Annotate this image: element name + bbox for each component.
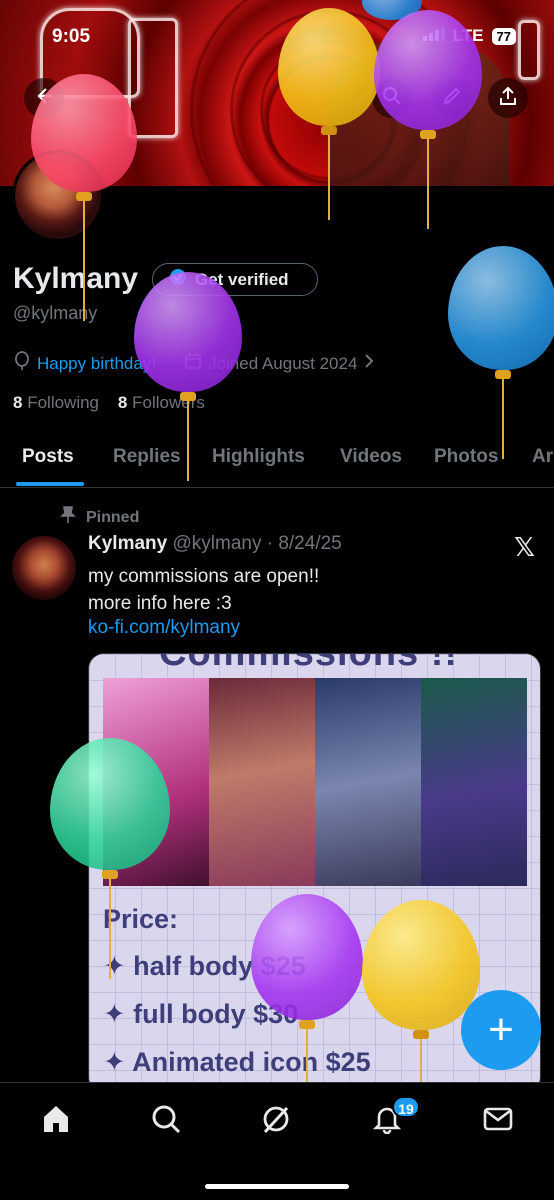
chevron-right-icon[interactable] xyxy=(363,353,375,374)
nav-messages[interactable] xyxy=(480,1103,516,1139)
tab-highlights[interactable]: Highlights xyxy=(212,446,305,468)
balloon-body xyxy=(278,8,380,126)
balloon-body xyxy=(31,74,137,192)
nav-search[interactable] xyxy=(148,1103,184,1139)
art-panel xyxy=(421,678,527,886)
follow-stats: 8 Following 8 Followers xyxy=(13,393,205,413)
media-art-panels xyxy=(103,678,527,886)
bottom-navigation: 19 xyxy=(0,1082,554,1200)
home-indicator xyxy=(205,1184,349,1189)
tab-posts[interactable]: Posts xyxy=(22,446,74,468)
balloon-body xyxy=(448,246,554,370)
battery-icon: 77 xyxy=(491,27,516,45)
tab-articles[interactable]: Ar xyxy=(532,446,553,468)
balloon-knot xyxy=(299,1020,315,1029)
art-panel xyxy=(209,678,315,886)
price-item: ✦ Animated icon $25 xyxy=(103,1047,371,1077)
nav-grok[interactable] xyxy=(258,1103,294,1139)
share-icon xyxy=(498,86,518,111)
following-link[interactable]: 8 Following xyxy=(13,393,99,412)
balloon-string xyxy=(427,139,429,229)
grok-icon xyxy=(261,1104,291,1139)
balloon-string xyxy=(187,401,189,481)
balloon-icon xyxy=(13,351,31,376)
tab-videos[interactable]: Videos xyxy=(340,446,402,468)
pinned-label: Pinned xyxy=(86,508,140,526)
balloon-knot xyxy=(102,870,118,879)
balloon-knot xyxy=(321,126,337,135)
search-icon xyxy=(151,1104,181,1139)
notification-badge: 19 xyxy=(392,1096,420,1118)
art-panel xyxy=(315,678,421,886)
balloon-knot xyxy=(76,192,92,201)
post-author-name[interactable]: Kylmany xyxy=(88,533,167,554)
balloon-string xyxy=(502,379,504,459)
post-meta: @kylmany · 8/24/25 xyxy=(172,533,342,554)
active-tab-indicator xyxy=(16,482,84,486)
tab-replies[interactable]: Replies xyxy=(113,446,181,468)
balloon-string xyxy=(328,135,330,220)
balloon-knot xyxy=(420,130,436,139)
post-text-line: more info here :3 xyxy=(88,593,232,614)
balloon-body xyxy=(50,738,170,870)
compose-button[interactable]: + xyxy=(461,990,541,1070)
plus-icon: + xyxy=(488,1005,514,1054)
profile-name: Kylmany xyxy=(13,262,139,295)
x-logo-icon: 𝕏 xyxy=(514,532,535,562)
post-header: Kylmany @kylmany · 8/24/25 xyxy=(88,533,342,555)
balloon-string xyxy=(83,201,85,321)
balloon-body xyxy=(251,894,363,1020)
post-text-line: my commissions are open!! xyxy=(88,566,320,587)
balloon-knot xyxy=(413,1030,429,1039)
following-count: 8 xyxy=(13,393,23,412)
nav-home[interactable] xyxy=(38,1103,74,1139)
share-button[interactable] xyxy=(488,78,528,118)
media-title: Commissions !! xyxy=(159,653,459,674)
followers-count: 8 xyxy=(117,393,128,412)
balloon-string xyxy=(306,1029,308,1089)
pinned-indicator: Pinned xyxy=(60,506,139,529)
balloon-body xyxy=(374,10,482,130)
home-icon xyxy=(40,1103,72,1140)
pin-icon xyxy=(60,506,76,529)
following-label: Following xyxy=(27,393,100,412)
post-text: my commissions are open!! more info here… xyxy=(88,563,319,617)
profile-tabs: Posts Replies Highlights Videos Photos A… xyxy=(0,440,554,488)
status-time: 9:05 xyxy=(52,26,91,47)
balloon-string xyxy=(109,879,111,979)
balloon-body xyxy=(134,272,242,392)
balloon-knot xyxy=(180,392,196,401)
balloon-body xyxy=(362,900,480,1030)
mail-icon xyxy=(483,1106,513,1137)
post-author-avatar[interactable] xyxy=(12,536,76,600)
post-link[interactable]: ko-fi.com/kylmany xyxy=(88,617,240,639)
tab-photos[interactable]: Photos xyxy=(434,446,498,468)
price-label: Price: xyxy=(103,904,179,934)
balloon-knot xyxy=(495,370,511,379)
